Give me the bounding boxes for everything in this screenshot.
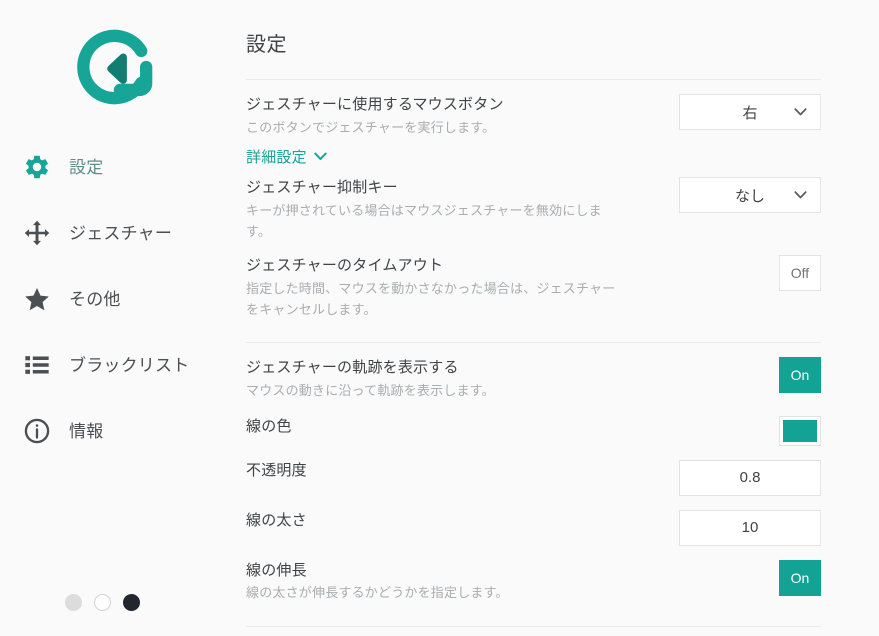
- row-text: 線の色: [246, 416, 646, 438]
- sidebar-nav: 設定 ジェスチャー その他 ブラックリスト 情報: [0, 134, 230, 464]
- divider-bottom: [246, 625, 821, 627]
- list-icon: [20, 351, 54, 379]
- select-value: なし: [734, 187, 765, 205]
- main-content: 設定 ジェスチャーに使用するマウスボタン このボタンでジェスチャーを実行します。…: [230, 0, 879, 636]
- line-growth-toggle[interactable]: On: [779, 559, 821, 596]
- sidebar-item-info[interactable]: 情報: [0, 398, 230, 464]
- opacity-input[interactable]: [679, 459, 821, 496]
- setting-title: ジェスチャーの軌跡を表示する: [246, 359, 459, 377]
- setting-title: 線の色: [246, 417, 292, 435]
- setting-description: 線の太さが伸長するかどうかを指定します。: [246, 585, 509, 601]
- color-swatch: [783, 419, 817, 442]
- line-color-picker[interactable]: [779, 415, 821, 446]
- setting-row-line-width: 線の太さ: [246, 496, 821, 546]
- setting-title: ジェスチャー抑制キー: [246, 179, 398, 197]
- sidebar-item-label: ジェスチャー: [69, 223, 173, 243]
- row-control: [679, 509, 821, 546]
- theme-pager: [65, 594, 140, 611]
- setting-row-gesture-mouse-button: ジェスチャーに使用するマウスボタン このボタンでジェスチャーを実行します。 右: [246, 80, 821, 138]
- setting-description: このボタンでジェスチャーを実行します。: [246, 119, 496, 135]
- row-control: [679, 459, 821, 496]
- sidebar-item-blacklist[interactable]: ブラックリスト: [0, 332, 230, 398]
- gesture-timeout-toggle[interactable]: Off: [779, 254, 821, 291]
- app-logo: [0, 0, 230, 108]
- row-control: On: [679, 357, 821, 394]
- row-control: なし: [679, 177, 821, 214]
- setting-row-line-growth: 線の伸長 線の太さが伸長するかどうかを指定します。 On: [246, 546, 821, 604]
- chevron-down-icon: [794, 104, 807, 121]
- row-text: ジェスチャーのタイムアウト 指定した時間、マウスを動かさなかった場合は、ジェスチ…: [246, 255, 646, 321]
- g-gesture-logo-icon: [77, 29, 153, 105]
- advanced-settings-label: 詳細設定: [246, 149, 307, 167]
- pager-dot-2[interactable]: [94, 594, 111, 611]
- chevron-down-icon: [314, 148, 327, 165]
- line-width-input[interactable]: [679, 509, 821, 546]
- setting-row-line-color: 線の色: [246, 402, 821, 446]
- row-control: On: [679, 559, 821, 596]
- setting-title: 線の太さ: [246, 511, 307, 529]
- gear-icon: [20, 153, 54, 181]
- row-text: 線の伸長 線の太さが伸長するかどうかを指定します。: [246, 560, 646, 604]
- setting-title: ジェスチャーのタイムアウト: [246, 256, 444, 274]
- sidebar-item-label: ブラックリスト: [69, 355, 190, 375]
- gesture-mouse-button-select[interactable]: 右: [679, 94, 821, 130]
- sidebar-item-label: 設定: [69, 157, 104, 177]
- select-value: 右: [742, 104, 758, 122]
- row-text: ジェスチャーの軌跡を表示する マウスの動きに沿って軌跡を表示します。: [246, 357, 646, 401]
- sidebar-item-label: 情報: [69, 421, 104, 441]
- sidebar-item-label: その他: [69, 289, 121, 309]
- show-trail-toggle[interactable]: On: [779, 357, 821, 394]
- setting-title: 線の伸長: [246, 561, 307, 579]
- settings-page: 設定 ジェスチャー その他 ブラックリスト 情報 設定 ジェスチャーに使用するマ…: [0, 0, 879, 636]
- sidebar-item-gestures[interactable]: ジェスチャー: [0, 200, 230, 266]
- star-icon: [20, 285, 54, 313]
- row-control: 右: [679, 94, 821, 130]
- gesture-suppression-key-select[interactable]: なし: [679, 177, 821, 214]
- setting-description: マウスの動きに沿って軌跡を表示します。: [246, 383, 495, 399]
- row-control: [679, 415, 821, 446]
- row-text: 不透明度: [246, 460, 646, 482]
- sidebar-item-other[interactable]: その他: [0, 266, 230, 332]
- setting-row-gesture-timeout: ジェスチャーのタイムアウト 指定した時間、マウスを動かさなかった場合は、ジェスチ…: [246, 243, 821, 321]
- row-text: 線の太さ: [246, 510, 646, 532]
- pager-dot-3[interactable]: [123, 594, 140, 611]
- row-text: ジェスチャーに使用するマウスボタン このボタンでジェスチャーを実行します。: [246, 94, 646, 138]
- chevron-down-icon: [794, 187, 807, 204]
- advanced-settings-toggle[interactable]: 詳細設定: [246, 146, 327, 167]
- sidebar: 設定 ジェスチャー その他 ブラックリスト 情報: [0, 0, 230, 636]
- setting-description: キーが押されている場合はマウスジェスチャーを無効にします。: [246, 202, 602, 240]
- row-text: ジェスチャー抑制キー キーが押されている場合はマウスジェスチャーを無効にします。: [246, 177, 646, 243]
- setting-title: 不透明度: [246, 461, 307, 479]
- setting-row-opacity: 不透明度: [246, 446, 821, 496]
- move-arrows-icon: [20, 219, 54, 247]
- setting-row-gesture-suppression-key: ジェスチャー抑制キー キーが押されている場合はマウスジェスチャーを無効にします。…: [246, 167, 821, 243]
- info-icon: [20, 417, 54, 445]
- setting-row-show-trail: ジェスチャーの軌跡を表示する マウスの動きに沿って軌跡を表示します。 On: [246, 343, 821, 401]
- setting-title: ジェスチャーに使用するマウスボタン: [246, 96, 504, 113]
- page-title: 設定: [246, 34, 287, 56]
- sidebar-item-settings[interactable]: 設定: [0, 134, 230, 200]
- row-control: Off: [679, 254, 821, 291]
- pager-dot-1[interactable]: [65, 594, 82, 611]
- setting-description: 指定した時間、マウスを動かさなかった場合は、ジェスチャーをキャンセルします。: [246, 280, 616, 317]
